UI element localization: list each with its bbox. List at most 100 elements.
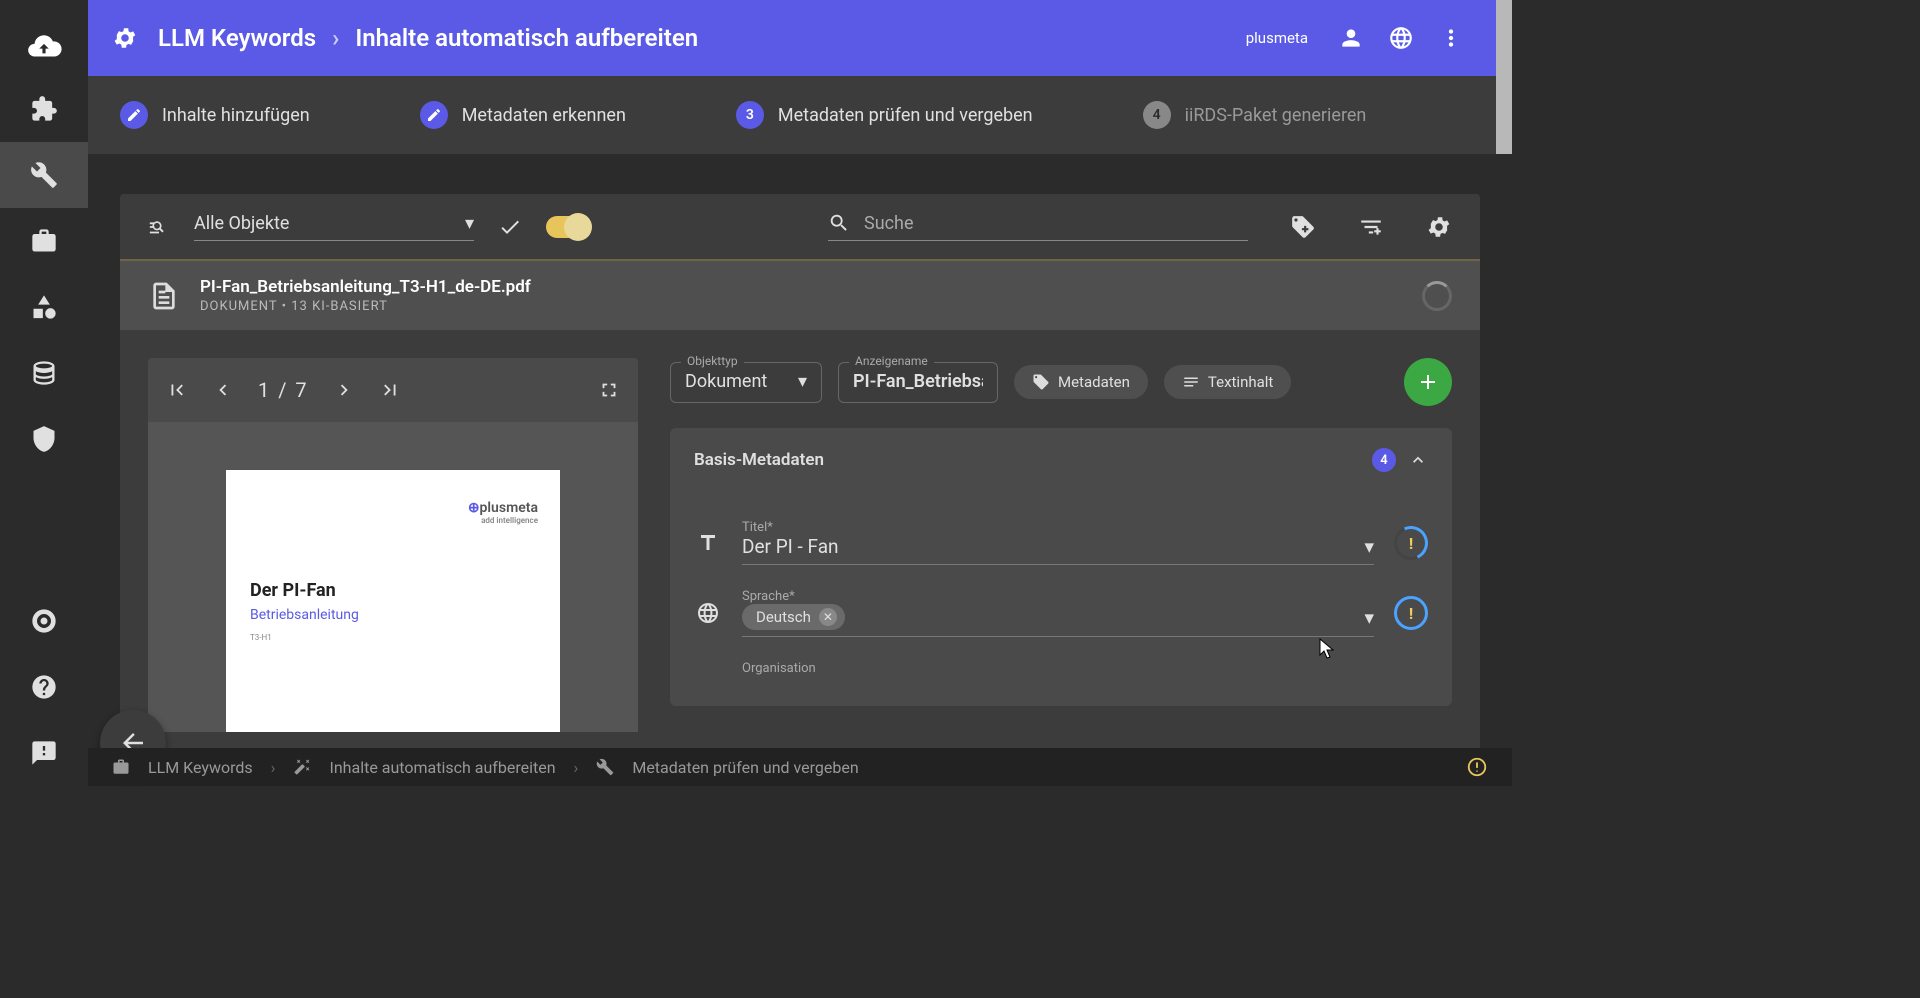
step-1[interactable]: Inhalte hinzufügen [120,101,310,129]
displayname-field[interactable]: Anzeigename PI-Fan_Betriebsa [838,362,998,403]
tag-plus-icon [1290,214,1316,240]
breadcrumb: LLM Keywords › Inhalte automatisch aufbe… [158,24,698,52]
filter-add-button[interactable] [1358,214,1384,240]
nav-support[interactable] [0,588,88,654]
nav-feedback[interactable] [0,720,88,786]
help-icon [30,673,58,701]
tag-icon [1032,373,1050,391]
loading-spinner [1422,281,1452,311]
plus-icon [1416,370,1440,394]
step-3[interactable]: 3 Metadaten prüfen und vergeben [736,101,1033,129]
step-2[interactable]: Metadaten erkennen [420,101,626,129]
settings-button[interactable] [112,25,138,51]
briefcase-icon [112,758,130,776]
user-name: plusmeta [1246,29,1308,47]
nav-tools[interactable] [0,142,88,208]
document-row[interactable]: PI-Fan_Betriebsanleitung_T3-H1_de-DE.pdf… [120,261,1480,330]
wrench-icon [30,161,58,189]
breadcrumb-root[interactable]: LLM Keywords [158,24,316,52]
gear-icon [112,25,138,51]
database-icon [30,359,58,387]
account-button[interactable] [1338,25,1364,51]
settings-button[interactable] [1426,214,1452,240]
tag-add-button[interactable] [1290,214,1316,240]
prev-page-button[interactable] [212,379,234,401]
app-header: LLM Keywords › Inhalte automatisch aufbe… [88,0,1512,76]
textcontent-chip[interactable]: Textinhalt [1164,365,1291,399]
search-list-icon [148,216,170,238]
remove-chip-button[interactable]: ✕ [819,608,837,626]
sidebar-left [0,0,88,786]
document-title: PI-Fan_Betriebsanleitung_T3-H1_de-DE.pdf [200,277,531,297]
shapes-icon [30,293,58,321]
chevron-down-icon: ▾ [465,213,474,234]
chevron-down-icon: ▾ [798,371,807,392]
bottom-breadcrumb: LLM Keywords › Inhalte automatisch aufbe… [88,748,1512,786]
fullscreen-button[interactable] [598,379,620,401]
titel-input[interactable]: Titel* Der PI - Fan▾ [742,520,1374,565]
field-sprache: Sprache* Deutsch✕ ▾ ! [694,589,1428,637]
first-page-button[interactable] [166,379,188,401]
nav-extensions[interactable] [0,76,88,142]
card-header[interactable]: Basis-Metadaten 4 [670,428,1452,492]
sprache-input[interactable]: Sprache* Deutsch✕ ▾ [742,589,1374,637]
metadata-top-row: Objekttyp Dokument▾ Anzeigename PI-Fan_B… [670,358,1452,406]
pencil-icon [426,107,442,123]
document-subtitle: DOKUMENT • 13 KI-BASIERT [200,299,531,314]
person-icon [1338,25,1364,51]
fullscreen-icon [598,379,620,401]
nav-database[interactable] [0,340,88,406]
pdf-subheading: Betriebsanleitung [250,607,536,623]
ai-toggle[interactable] [546,216,590,238]
confidence-indicator[interactable]: ! [1389,521,1433,565]
puzzle-icon [30,95,58,123]
document-icon [148,280,180,312]
chevron-right-icon: › [271,758,276,777]
chevron-down-icon: ▾ [1364,606,1374,629]
app-logo[interactable] [25,18,63,76]
chevron-right-icon [333,379,355,401]
bb-item[interactable]: LLM Keywords [148,758,253,777]
breadcrumb-current: Inhalte automatisch aufbereiten [355,24,698,52]
filter-search-icon [148,216,170,238]
add-metadata-button[interactable] [1404,358,1452,406]
bb-item[interactable]: Inhalte automatisch aufbereiten [329,758,555,777]
check-icon [498,215,522,239]
metadata-chip[interactable]: Metadaten [1014,365,1148,399]
title-icon [696,531,720,555]
more-vert-icon [1438,25,1464,51]
object-filter-select[interactable]: Alle Objekte ▾ [194,213,474,241]
chevron-left-icon [212,379,234,401]
pdf-page: ⊕plusmeta add intelligence Der PI-Fan Be… [226,470,560,732]
base-metadata-card: Basis-Metadaten 4 Titel* [670,428,1452,706]
chevron-down-icon: ▾ [1364,535,1374,558]
next-page-button[interactable] [333,379,355,401]
nav-help[interactable] [0,654,88,720]
language-button[interactable] [1388,25,1414,51]
workflow-stepper: Inhalte hinzufügen Metadaten erkennen 3 … [88,76,1512,154]
warning-indicator[interactable] [1466,756,1488,778]
objecttype-select[interactable]: Objekttyp Dokument▾ [670,362,822,403]
last-page-button[interactable] [379,379,401,401]
pdf-toolbar: 1 / 7 [148,358,638,422]
shield-icon [30,425,58,453]
step-4[interactable]: 4 iiRDS-Paket generieren [1143,101,1367,129]
chevron-right-icon: › [574,758,579,777]
more-button[interactable] [1438,25,1464,51]
first-page-icon [166,379,188,401]
warning-circle-icon [1466,756,1488,778]
bb-item: Metadaten prüfen und vergeben [632,758,858,777]
pdf-tiny: T3-H1 [250,633,536,642]
nav-security[interactable] [0,406,88,472]
step-done-icon [420,101,448,129]
chevron-up-icon [1408,450,1428,470]
wand-icon [293,758,311,776]
search-input[interactable]: Suche [828,212,1248,241]
field-titel: Titel* Der PI - Fan▾ ! [694,520,1428,565]
last-page-icon [379,379,401,401]
nav-shapes[interactable] [0,274,88,340]
briefcase-icon [30,227,58,255]
nav-briefcase[interactable] [0,208,88,274]
filter-plus-icon [1358,214,1384,240]
confidence-indicator[interactable]: ! [1394,596,1428,630]
